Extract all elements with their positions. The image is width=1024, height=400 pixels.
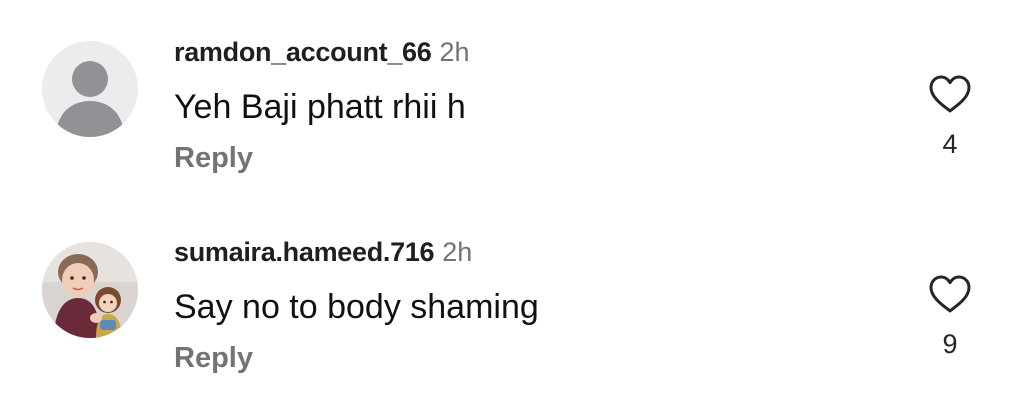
comment-text: Say no to body shaming — [174, 288, 539, 326]
timestamp: 2h — [439, 37, 470, 67]
avatar[interactable] — [42, 242, 138, 338]
comment-text: Yeh Baji phatt rhii h — [174, 88, 466, 126]
reply-button[interactable]: Reply — [174, 141, 253, 175]
heart-icon — [929, 275, 971, 313]
timestamp: 2h — [442, 237, 473, 267]
like-count: 4 — [942, 129, 958, 159]
comment-header: sumaira.hameed.716 2h — [174, 236, 472, 268]
username[interactable]: sumaira.hameed.716 — [174, 237, 435, 267]
avatar[interactable] — [42, 41, 138, 137]
like-count: 9 — [942, 329, 958, 359]
like-button[interactable] — [928, 74, 972, 114]
reply-button[interactable]: Reply — [174, 341, 253, 375]
comment-header: ramdon_account_66 2h — [174, 36, 470, 68]
like-button[interactable] — [928, 274, 972, 314]
profile-photo — [42, 242, 138, 338]
comment-item: sumaira.hameed.716 2h Say no to body sham… — [0, 200, 1024, 400]
heart-icon — [929, 75, 971, 113]
username[interactable]: ramdon_account_66 — [174, 37, 432, 67]
comment-item: ramdon_account_66 2h Yeh Baji phatt rhii … — [0, 0, 1024, 200]
default-profile-icon — [42, 41, 138, 137]
